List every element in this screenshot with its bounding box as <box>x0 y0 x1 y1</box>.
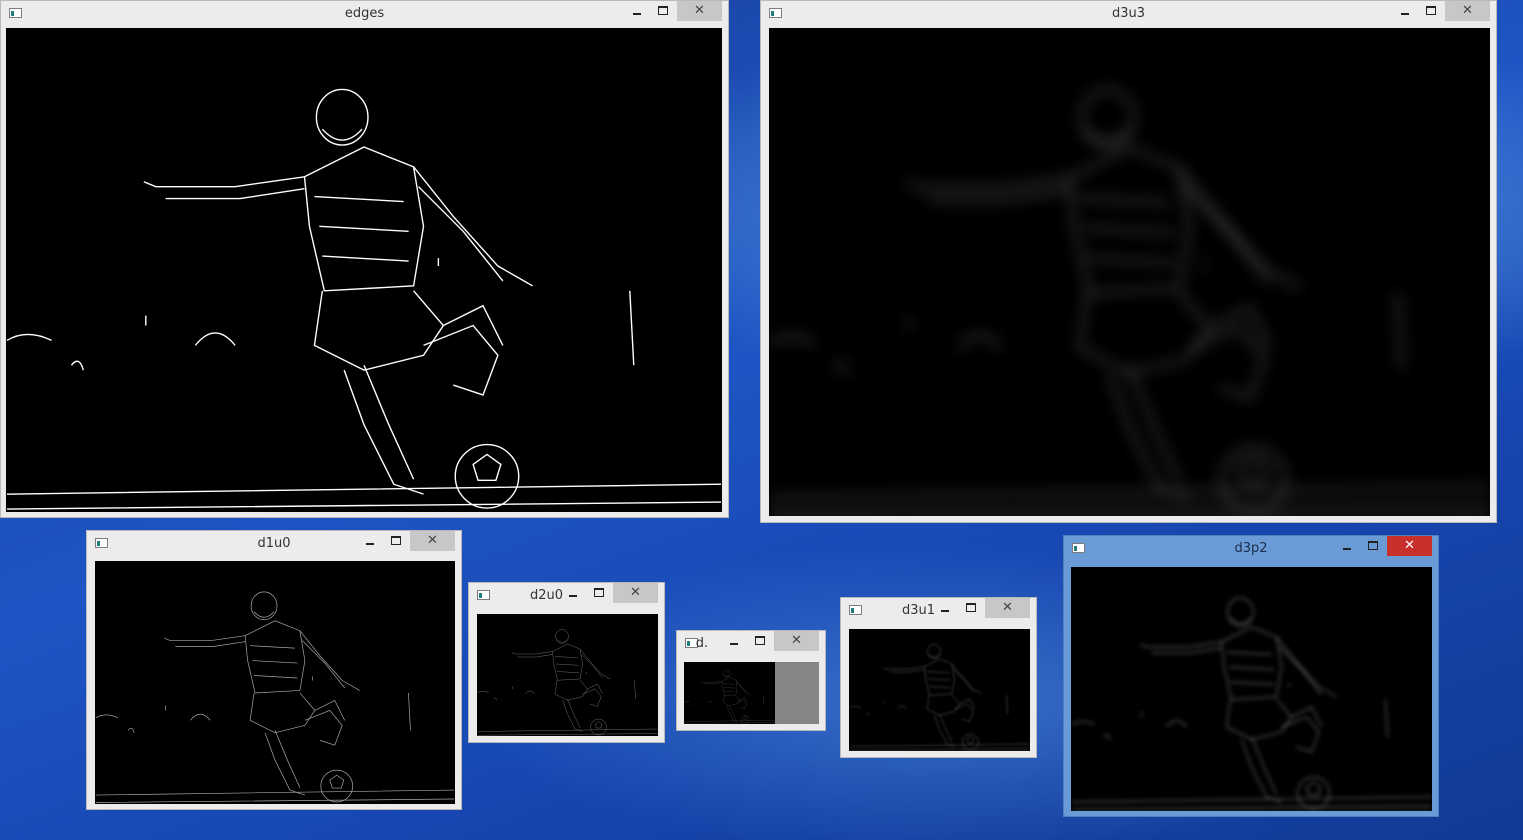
minimize-icon[interactable] <box>932 598 958 618</box>
close-icon[interactable]: ✕ <box>1387 536 1432 556</box>
image-canvas <box>684 662 819 724</box>
titlebar[interactable]: d3u3 ✕ <box>761 1 1496 27</box>
maximize-icon[interactable] <box>747 631 773 651</box>
image-canvas <box>95 561 455 804</box>
image-canvas <box>849 629 1030 751</box>
window-d[interactable]: d. ✕ <box>676 630 826 731</box>
image-canvas <box>6 28 722 512</box>
titlebar[interactable]: d2u0 ✕ <box>469 583 664 609</box>
image-canvas <box>769 28 1490 516</box>
minimize-icon[interactable] <box>624 1 650 21</box>
minimize-icon[interactable] <box>1392 1 1418 21</box>
maximize-icon[interactable] <box>383 531 409 551</box>
titlebar[interactable]: d3u1 ✕ <box>841 598 1036 624</box>
close-icon[interactable]: ✕ <box>677 1 722 21</box>
close-icon[interactable]: ✕ <box>613 583 658 603</box>
image-canvas <box>477 614 658 736</box>
titlebar[interactable]: edges ✕ <box>1 1 728 27</box>
minimize-icon[interactable] <box>721 631 747 651</box>
titlebar[interactable]: d. ✕ <box>677 631 825 657</box>
window-d3u1[interactable]: d3u1 ✕ <box>840 597 1037 758</box>
minimize-icon[interactable] <box>357 531 383 551</box>
window-d3u3[interactable]: d3u3 ✕ <box>760 0 1497 523</box>
maximize-icon[interactable] <box>1418 1 1444 21</box>
close-icon[interactable]: ✕ <box>410 531 455 551</box>
close-icon[interactable]: ✕ <box>774 631 819 651</box>
maximize-icon[interactable] <box>1360 536 1386 556</box>
minimize-icon[interactable] <box>560 583 586 603</box>
maximize-icon[interactable] <box>586 583 612 603</box>
titlebar[interactable]: d1u0 ✕ <box>87 531 461 557</box>
image-canvas <box>1071 567 1432 811</box>
titlebar[interactable]: d3p2 ✕ <box>1064 536 1438 562</box>
window-edges[interactable]: edges ✕ <box>0 0 729 518</box>
close-icon[interactable]: ✕ <box>1445 1 1490 21</box>
window-title: d3u3 <box>1111 6 1146 21</box>
maximize-icon[interactable] <box>650 1 676 21</box>
minimize-icon[interactable] <box>1334 536 1360 556</box>
window-d2u0[interactable]: d2u0 ✕ <box>468 582 665 743</box>
window-d1u0[interactable]: d1u0 ✕ <box>86 530 462 810</box>
window-d3p2[interactable]: d3p2 ✕ <box>1063 535 1439 817</box>
padding-region <box>775 662 819 724</box>
window-title: edges <box>344 6 385 21</box>
maximize-icon[interactable] <box>958 598 984 618</box>
close-icon[interactable]: ✕ <box>985 598 1030 618</box>
